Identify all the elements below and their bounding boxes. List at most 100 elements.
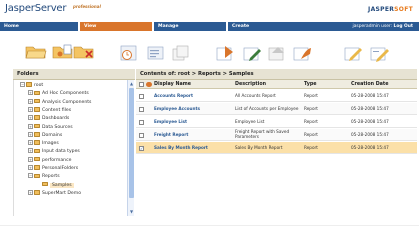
expand-icon[interactable]: + xyxy=(28,156,33,162)
tree-item-domains[interactable]: + Domains xyxy=(28,131,62,140)
collapse-icon[interactable]: − xyxy=(20,82,25,87)
tree-item-label: Analysis Components xyxy=(42,99,92,105)
logout-link[interactable]: Log Out xyxy=(394,24,413,29)
column-header-name[interactable]: Display Name xyxy=(154,80,191,89)
row-checkbox[interactable] xyxy=(139,132,144,138)
tree-item-label: Reports xyxy=(42,174,60,180)
table-row[interactable]: Freight Report Freight Report with Saved… xyxy=(136,129,417,141)
report-date: 05-28-2008 15:47 xyxy=(351,92,389,98)
report-description: Freight Report with Saved Parameters xyxy=(235,129,290,139)
report-description: Employee List xyxy=(235,118,265,124)
scroll-up-icon[interactable]: ▲ xyxy=(129,81,134,86)
row-checkbox[interactable] xyxy=(139,93,144,99)
table-row[interactable]: Employee Accounts List of Accounts per E… xyxy=(136,103,417,115)
tree-item-samples[interactable]: Samples xyxy=(42,181,74,190)
user-label: jasperadmin user: xyxy=(352,24,393,29)
edit-icon[interactable] xyxy=(242,44,264,62)
tree-item-label: SuperMart Demo xyxy=(42,190,82,196)
expand-icon[interactable]: + xyxy=(28,189,33,195)
report-description: List of Accounts per Employee xyxy=(235,105,299,111)
report-name-link[interactable]: Sales By Month Report xyxy=(154,142,232,154)
schedule-icon[interactable] xyxy=(118,44,140,62)
tree-item-label: Ad Hoc Components xyxy=(42,91,89,97)
report-name-link[interactable]: Freight Report xyxy=(154,129,232,141)
notes-icon[interactable] xyxy=(369,44,391,62)
report-name-link[interactable]: Accounts Report xyxy=(154,90,232,102)
expand-icon[interactable]: + xyxy=(28,140,33,146)
expand-icon[interactable]: + xyxy=(28,131,33,137)
tree-item-content-files[interactable]: + Content files xyxy=(28,106,71,115)
report-type: Report xyxy=(304,131,318,137)
tree-item-root[interactable]: − root xyxy=(20,82,43,90)
collapse-icon[interactable]: − xyxy=(28,173,33,179)
tree-item-personal-folders[interactable]: + PersonalFolders xyxy=(28,165,78,173)
divider xyxy=(0,225,419,226)
brand-left: JASPER xyxy=(368,6,395,13)
column-header-type[interactable]: Type xyxy=(304,80,317,89)
open-folder-icon[interactable] xyxy=(25,42,47,60)
table-row[interactable]: ✓ Sales By Month Report Sales By Month R… xyxy=(136,142,417,154)
tree-item-label: PersonalFolders xyxy=(42,166,79,171)
report-description: Sales By Month Report xyxy=(235,144,283,150)
report-edit-icon[interactable] xyxy=(343,44,365,62)
move-icon[interactable] xyxy=(292,44,314,62)
report-date: 05-28-2008 15:47 xyxy=(351,118,389,124)
tree-item-dashboards[interactable]: + Dashboards xyxy=(28,115,69,123)
folder-properties-icon[interactable] xyxy=(52,42,74,60)
folder-icon xyxy=(42,181,48,187)
report-type: Report xyxy=(304,105,318,111)
row-checkbox[interactable] xyxy=(139,106,144,112)
expand-icon[interactable]: + xyxy=(28,98,33,104)
tree-item-data-sources[interactable]: + Data Sources xyxy=(28,123,73,132)
copy-icon[interactable] xyxy=(170,44,192,62)
folder-icon xyxy=(34,148,40,154)
tree-item-supermart-demo[interactable]: + SuperMart Demo xyxy=(28,189,82,198)
report-name-link[interactable]: Employee Accounts xyxy=(154,103,232,115)
report-date: 05-28-2008 15:47 xyxy=(351,131,389,137)
report-name-link[interactable]: Employee List xyxy=(154,116,232,128)
select-all-checkbox[interactable] xyxy=(139,82,144,87)
column-header-description[interactable]: Description xyxy=(235,80,266,89)
scroll-thumb[interactable] xyxy=(129,88,134,198)
expand-icon[interactable]: + xyxy=(28,148,33,154)
tab-view[interactable]: View xyxy=(80,22,152,31)
expand-icon[interactable]: + xyxy=(28,115,33,121)
table-header: Display Name Description Type Creation D… xyxy=(136,80,417,89)
table-row[interactable]: Accounts Report All Accounts Report Repo… xyxy=(136,90,417,102)
tree-item-analysis-components[interactable]: + Analysis Components xyxy=(28,98,92,107)
folder-scrollbar[interactable]: ▲ ▼ xyxy=(127,80,134,216)
tree-item-ad-hoc-components[interactable]: + Ad Hoc Components xyxy=(28,90,89,98)
tree-item-images[interactable]: + Images xyxy=(28,140,59,148)
add-resource-icon[interactable] xyxy=(267,44,289,62)
delete-folder-icon[interactable] xyxy=(73,42,95,60)
row-checkbox-checked[interactable]: ✓ xyxy=(139,145,144,151)
report-date: 05-28-2008 15:47 xyxy=(351,105,389,111)
expand-icon[interactable]: + xyxy=(28,90,33,96)
tree-item-performance[interactable]: + performance xyxy=(28,156,72,165)
expand-icon[interactable]: + xyxy=(28,106,33,112)
folder-icon xyxy=(34,132,40,137)
scroll-down-icon[interactable]: ▼ xyxy=(129,209,134,214)
tree-item-label: root xyxy=(34,83,44,88)
expand-icon[interactable]: + xyxy=(28,165,33,170)
tree-item-label: performance xyxy=(42,157,72,163)
row-checkbox[interactable] xyxy=(139,119,144,125)
jaspersoft-logo: JASPERSOFT xyxy=(368,6,413,13)
column-header-date[interactable]: Creation Date xyxy=(351,80,388,89)
app-logo: JasperServer xyxy=(5,3,67,14)
tab-home[interactable]: Home xyxy=(0,22,72,31)
table-row[interactable]: Employee List Employee List Report 05-28… xyxy=(136,116,417,128)
app-header: JasperServer professional JASPERSOFT xyxy=(0,0,419,19)
sort-icon[interactable] xyxy=(146,81,152,88)
folder-icon xyxy=(34,123,40,129)
tree-item-input-data-types[interactable]: + Input data types xyxy=(28,148,80,156)
report-type: Report xyxy=(304,118,318,124)
report-options-icon[interactable] xyxy=(145,44,167,62)
tree-item-reports[interactable]: − Reports xyxy=(28,173,60,181)
tab-create[interactable]: Create xyxy=(228,22,300,31)
user-info: jasperadmin user: Log Out xyxy=(353,22,413,31)
expand-icon[interactable]: + xyxy=(28,123,33,129)
report-type: Report xyxy=(304,92,318,98)
tab-manage[interactable]: Manage xyxy=(154,22,226,31)
run-report-icon[interactable] xyxy=(215,44,237,62)
